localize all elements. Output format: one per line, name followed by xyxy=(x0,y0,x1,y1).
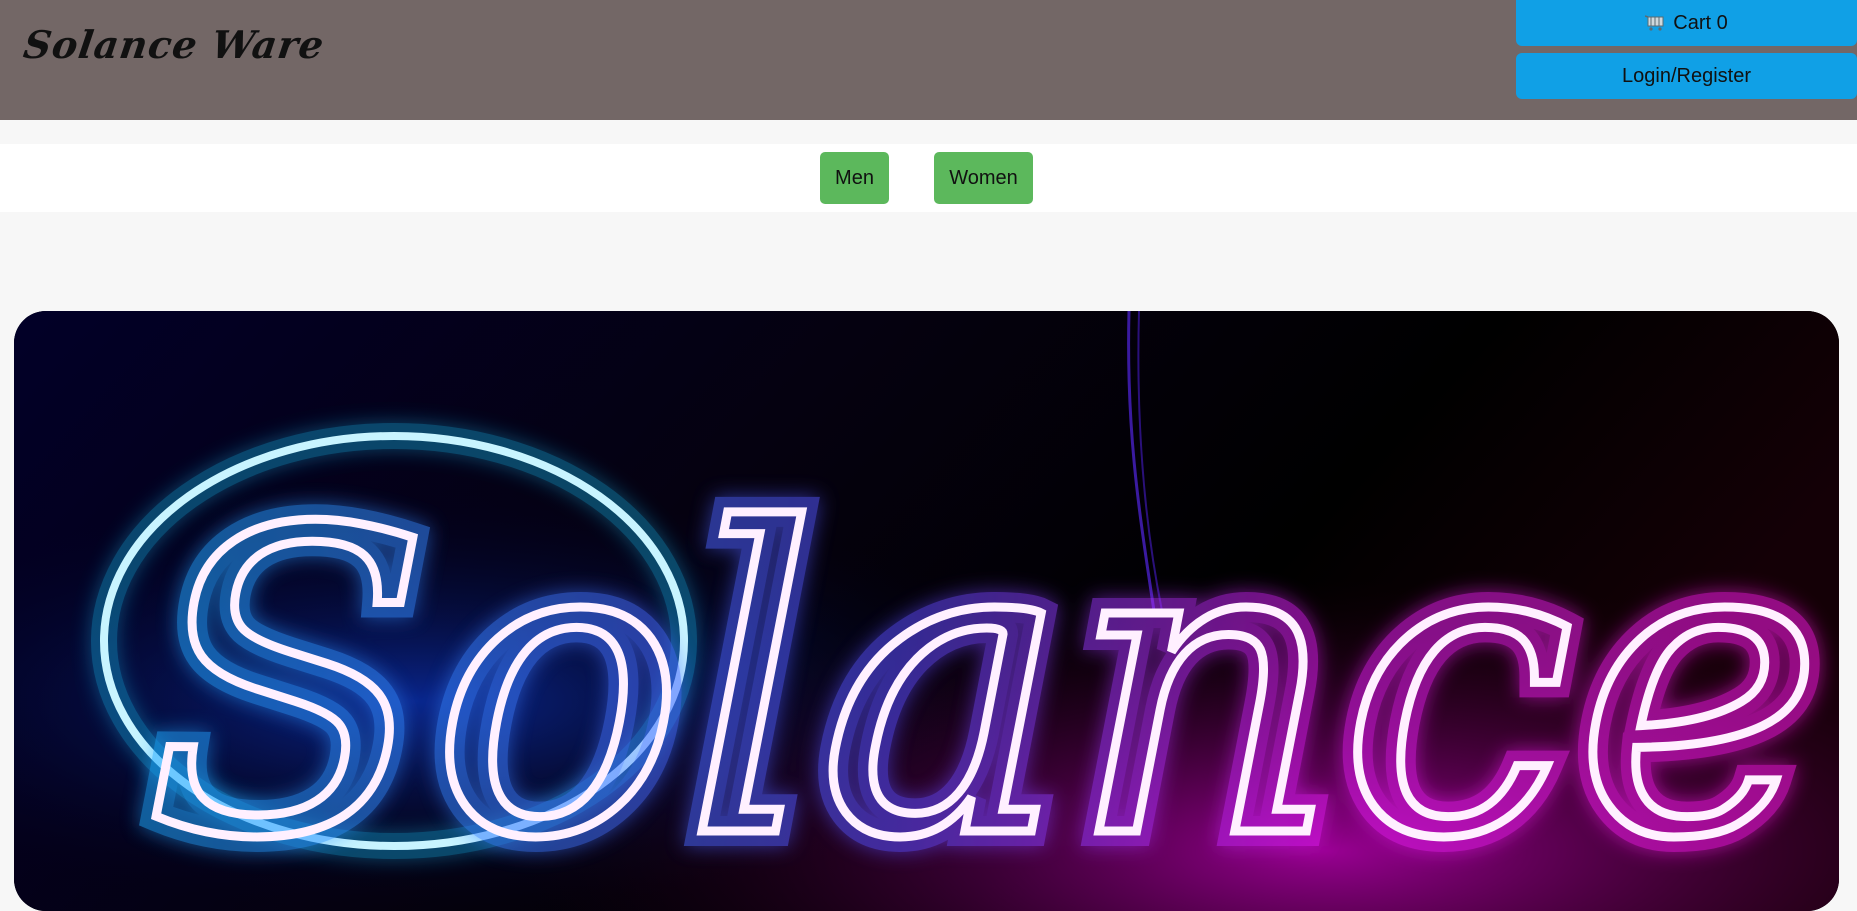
category-nav: Men Women xyxy=(0,144,1857,212)
cart-label: Cart 0 xyxy=(1673,11,1728,34)
nav-men-button[interactable]: Men xyxy=(820,152,889,204)
hero-neon-image: Solance Solance xyxy=(14,311,1839,911)
nav-women-button[interactable]: Women xyxy=(934,152,1033,204)
cart-button[interactable]: Cart 0 xyxy=(1516,0,1857,46)
hero-banner: Solance Solance xyxy=(14,311,1839,911)
hero-neon-text: Solance xyxy=(144,442,1824,911)
shopping-cart-icon xyxy=(1645,15,1665,31)
login-register-button[interactable]: Login/Register xyxy=(1516,53,1857,99)
site-header: Solance Ware Cart 0 Login/Register xyxy=(0,0,1857,120)
site-logo[interactable]: Solance Ware xyxy=(21,22,328,67)
